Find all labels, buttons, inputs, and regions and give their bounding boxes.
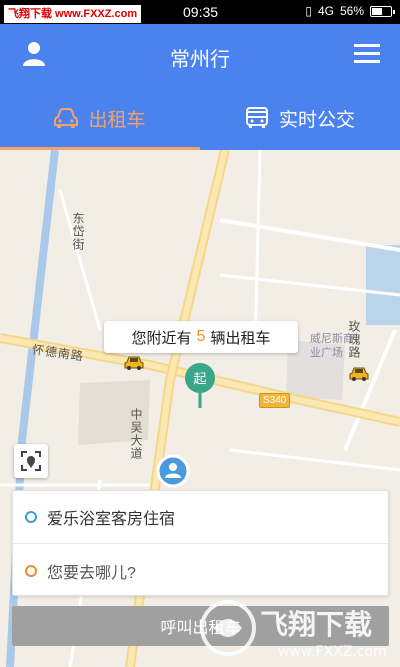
battery-icon — [370, 5, 395, 17]
user-location-icon — [156, 454, 190, 488]
status-indicators: ▯ 4G 56% — [305, 4, 395, 18]
car-icon — [54, 108, 79, 128]
tab-bus[interactable]: 实时公交 — [200, 86, 400, 150]
tab-taxi[interactable]: 出租车 — [0, 86, 200, 150]
destination-dot-icon — [25, 564, 37, 577]
menu-icon[interactable] — [354, 42, 380, 66]
bubble-suffix: 辆出租车 — [210, 329, 271, 347]
vibrate-icon: ▯ — [305, 4, 312, 18]
route-badge: S340 — [259, 393, 291, 408]
svg-text:www.FXXZ.com: www.FXXZ.com — [278, 644, 387, 660]
taxi-marker-icon — [349, 367, 369, 381]
locate-icon — [21, 451, 41, 471]
watermark-text: 飞翔下载 www.FXXZ.com — [4, 5, 142, 23]
bubble-prefix: 您附近有 — [131, 329, 192, 347]
locate-button[interactable] — [14, 444, 48, 478]
network-label: 4G — [317, 4, 334, 18]
road-label-zhongwu: 中吴大道 — [129, 408, 143, 460]
road-label-dongdai: 东岱街 — [71, 212, 85, 251]
destination-field[interactable]: 您要去哪儿? — [13, 544, 388, 597]
poi-label: 威尼斯商业广场 — [310, 333, 354, 359]
site-watermark-logo: 飞翔下载 www.FXXZ.com — [200, 600, 387, 660]
destination-placeholder: 您要去哪儿? — [47, 564, 136, 582]
app-header: 常州行 — [0, 24, 400, 86]
pickup-field[interactable]: 爱乐浴室客房住宿 — [13, 491, 388, 544]
status-time: 09:35 — [183, 4, 219, 20]
tab-bar: 出租车 实时公交 — [0, 86, 400, 150]
taxi-count: 5 — [196, 328, 206, 345]
start-pin-icon: 起 — [185, 363, 215, 408]
nearby-taxi-bubble: 您附近有 5 辆出租车 — [104, 321, 298, 353]
svg-text:飞翔下载: 飞翔下载 — [260, 608, 372, 641]
taxi-marker-icon — [124, 356, 144, 370]
start-pin-label: 起 — [193, 372, 206, 387]
battery-percent: 56% — [339, 4, 364, 18]
address-card: 爱乐浴室客房住宿 您要去哪儿? — [12, 490, 389, 596]
status-bar: 飞翔下载 www.FXXZ.com 09:35 ▯ 4G 56% — [0, 0, 400, 24]
pickup-address: 爱乐浴室客房住宿 — [47, 511, 176, 528]
tab-taxi-label: 出租车 — [88, 109, 146, 131]
tab-bus-label: 实时公交 — [278, 109, 355, 131]
page-title: 常州行 — [170, 49, 230, 71]
pickup-dot-icon — [25, 511, 37, 523]
bus-icon — [245, 107, 268, 128]
